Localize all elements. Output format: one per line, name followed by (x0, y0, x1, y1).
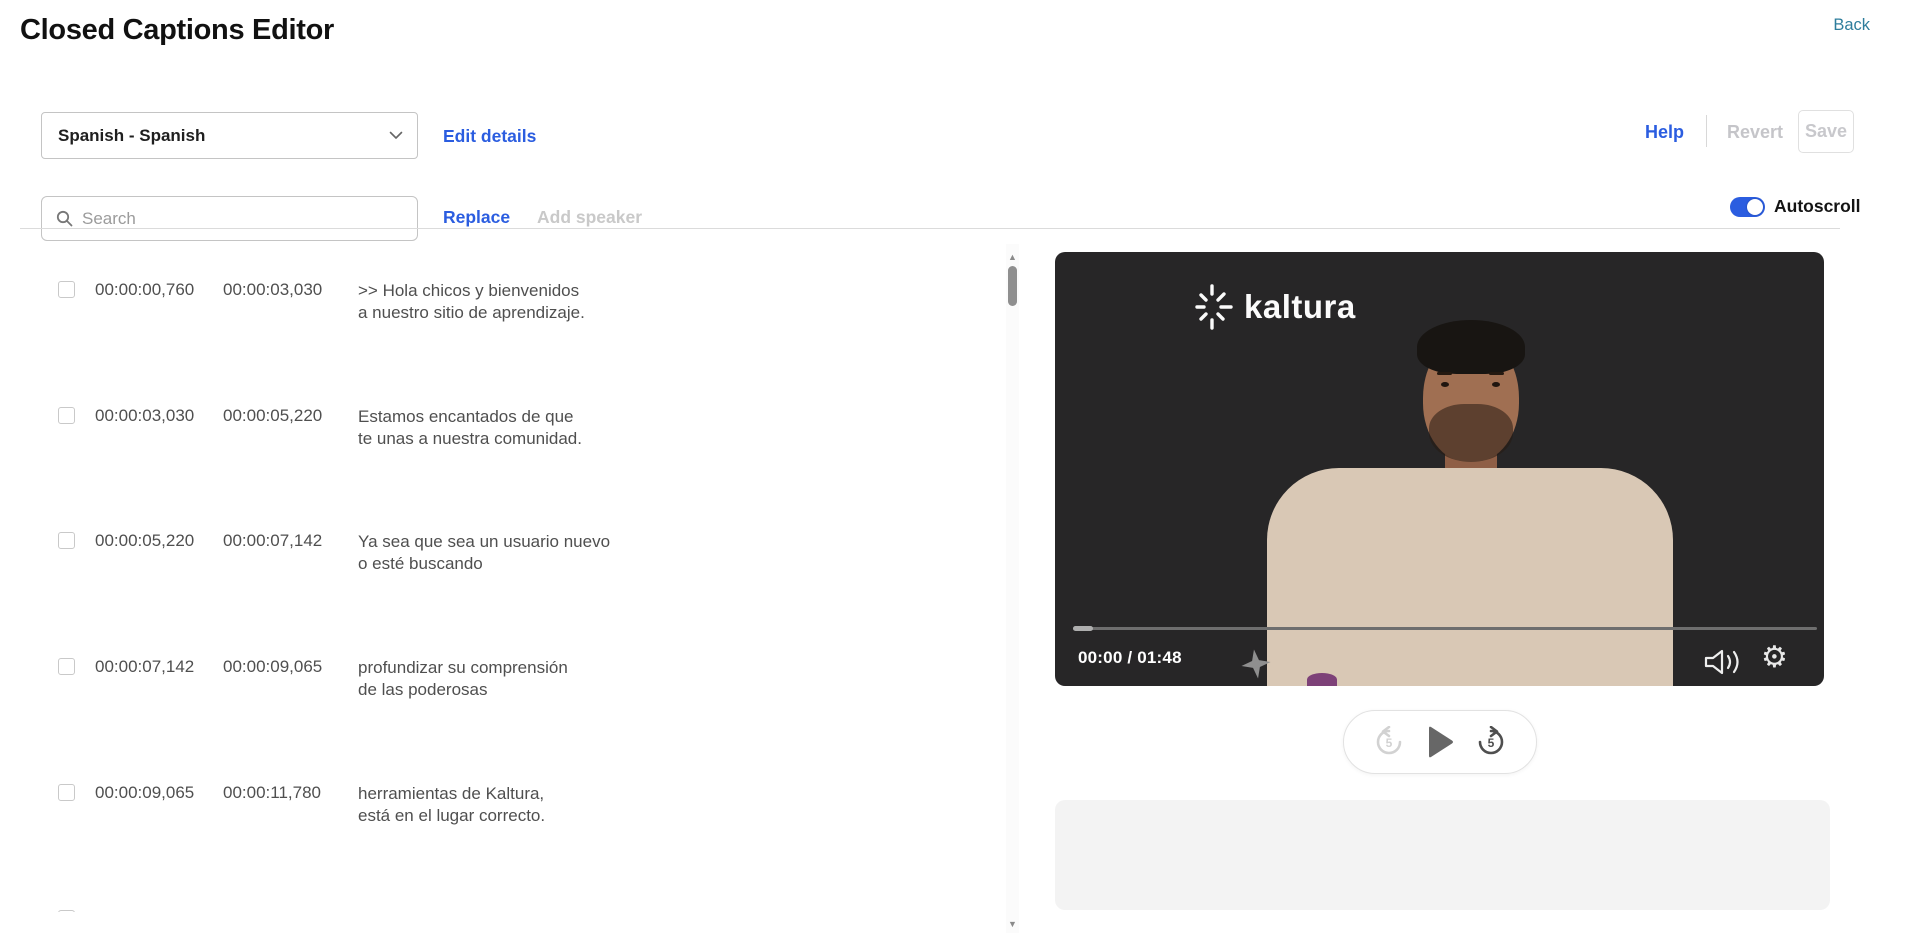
caption-text[interactable]: Hoy te mostraremos (358, 909, 511, 912)
transport-controls: 5 5 (1343, 710, 1537, 774)
caption-checkbox[interactable] (58, 407, 75, 424)
presenter-eyebrow (1437, 372, 1452, 375)
scroll-up-icon[interactable]: ▲ (1006, 252, 1019, 262)
scroll-down-icon[interactable]: ▼ (1006, 919, 1019, 929)
caption-text[interactable]: Estamos encantados de que te unas a nuest… (358, 406, 582, 449)
toolbar-divider (1706, 115, 1707, 147)
caption-start-time[interactable]: 00:00:00,760 (95, 280, 194, 300)
caption-row-partial: 00:00:11,780 00:00:14,100 Hoy te mostrar… (20, 909, 1005, 912)
page-title: Closed Captions Editor (20, 14, 335, 46)
presenter-torso (1267, 468, 1673, 686)
captions-scrollbar[interactable]: ▲ ▼ (1006, 244, 1019, 933)
toggle-knob (1747, 198, 1763, 215)
settings-gear-icon[interactable]: ⚙ (1761, 640, 1788, 675)
replace-link[interactable]: Replace (443, 207, 510, 228)
kaltura-spark-icon (1195, 284, 1233, 330)
language-dropdown[interactable]: Spanish - Spanish (41, 112, 418, 159)
caption-checkbox[interactable] (58, 784, 75, 801)
revert-button[interactable]: Revert (1727, 122, 1783, 143)
video-time-display: 00:00 / 01:48 (1078, 648, 1182, 667)
star-watermark-icon (1241, 649, 1271, 679)
caption-checkbox[interactable] (58, 532, 75, 549)
caption-row: 00:00:00,760 00:00:03,030 >> Hola chicos… (20, 280, 1005, 400)
add-speaker-link[interactable]: Add speaker (537, 207, 642, 228)
background-object (1307, 673, 1337, 686)
video-progress-played (1073, 626, 1093, 631)
current-caption-panel (1055, 800, 1830, 910)
caption-end-time[interactable]: 00:00:05,220 (223, 406, 322, 426)
forward-5-button[interactable]: 5 (1475, 726, 1507, 758)
play-triangle-icon (1429, 726, 1453, 758)
autoscroll-toggle[interactable] (1730, 196, 1765, 217)
volume-icon[interactable] (1703, 648, 1745, 676)
caption-checkbox[interactable] (58, 658, 75, 675)
section-divider (20, 228, 1840, 229)
caption-text[interactable]: herramientas de Kaltura, está en el lugar… (358, 783, 545, 826)
language-dropdown-value: Spanish - Spanish (58, 125, 206, 145)
autoscroll-label: Autoscroll (1774, 196, 1861, 216)
caption-start-time[interactable]: 00:00:11,780 (95, 909, 193, 912)
caption-row: 00:00:03,030 00:00:05,220 Estamos encant… (20, 406, 1005, 526)
caption-text[interactable]: >> Hola chicos y bienvenidos a nuestro si… (358, 280, 585, 323)
autoscroll-control: Autoscroll (1730, 196, 1861, 217)
caption-start-time[interactable]: 00:00:05,220 (95, 531, 194, 551)
presenter-eye (1492, 382, 1500, 387)
video-player[interactable]: kaltura 00:00 / 01:48 ⚙ (1055, 252, 1824, 686)
search-box[interactable] (41, 196, 418, 241)
captions-list: 00:00:00,760 00:00:03,030 >> Hola chicos… (20, 244, 1005, 912)
caption-start-time[interactable]: 00:00:07,142 (95, 657, 194, 677)
scrollbar-thumb[interactable] (1008, 266, 1017, 306)
kaltura-wordmark: kaltura (1244, 288, 1356, 325)
caption-end-time[interactable]: 00:00:09,065 (223, 657, 322, 677)
search-input[interactable] (82, 208, 405, 229)
play-button[interactable] (1425, 725, 1455, 759)
presenter-beard (1429, 404, 1513, 462)
caption-start-time[interactable]: 00:00:09,065 (95, 783, 194, 803)
caption-row: 00:00:05,220 00:00:07,142 Ya sea que sea… (20, 531, 1005, 651)
presenter-eye (1441, 382, 1449, 387)
chevron-down-icon (389, 131, 403, 139)
save-button[interactable]: Save (1798, 110, 1854, 153)
caption-end-time[interactable]: 00:00:14,100 (223, 909, 322, 912)
help-link[interactable]: Help (1645, 122, 1684, 143)
caption-checkbox[interactable] (58, 281, 75, 298)
caption-end-time[interactable]: 00:00:11,780 (223, 783, 321, 803)
svg-text:5: 5 (1488, 736, 1495, 750)
rewind-5-button[interactable]: 5 (1373, 726, 1405, 758)
presenter-eyebrow (1489, 372, 1504, 375)
caption-checkbox[interactable] (58, 910, 75, 912)
caption-end-time[interactable]: 00:00:07,142 (223, 531, 322, 551)
caption-start-time[interactable]: 00:00:03,030 (95, 406, 194, 426)
kaltura-logo: kaltura (1191, 284, 1356, 330)
caption-end-time[interactable]: 00:00:03,030 (223, 280, 322, 300)
caption-row: 00:00:09,065 00:00:11,780 herramientas d… (20, 783, 1005, 903)
caption-text[interactable]: profundizar su comprensión de las poderos… (358, 657, 568, 700)
back-link[interactable]: Back (1833, 16, 1870, 35)
caption-row: 00:00:07,142 00:00:09,065 profundizar su… (20, 657, 1005, 777)
search-icon (56, 210, 73, 227)
presenter-hair (1417, 320, 1525, 374)
video-progress-bar[interactable] (1073, 627, 1817, 630)
svg-text:5: 5 (1386, 736, 1393, 750)
closed-captions-editor-page: Closed Captions Editor Back Spanish - Sp… (0, 0, 1912, 933)
caption-text[interactable]: Ya sea que sea un usuario nuevo o esté bu… (358, 531, 610, 574)
edit-details-link[interactable]: Edit details (443, 126, 536, 147)
